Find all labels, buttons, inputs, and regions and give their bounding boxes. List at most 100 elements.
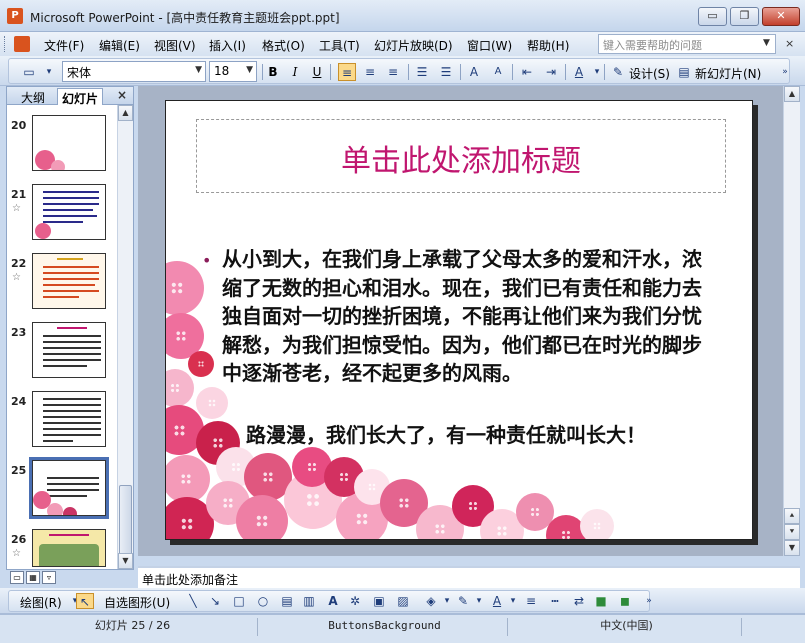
help-search-input[interactable]: 键入需要帮助的问题 — [598, 34, 776, 54]
font-color-icon[interactable]: A — [570, 63, 588, 81]
slide-scrollbar[interactable]: ▲ ⯅ ⯆ ▼ — [783, 86, 800, 556]
thumb-text — [43, 221, 83, 223]
font-size-select[interactable]: 18 ▼ — [209, 61, 257, 82]
increase-indent-icon[interactable]: ⇥ — [542, 63, 560, 81]
rectangle-icon[interactable]: □ — [230, 593, 248, 609]
tab-slides[interactable]: 幻灯片 — [57, 88, 104, 106]
button-decoration — [166, 369, 194, 407]
chevron-down-icon[interactable]: ▾ — [504, 593, 522, 609]
oval-icon[interactable]: ○ — [254, 593, 272, 609]
menu-format[interactable]: 格式(O) — [262, 37, 305, 54]
minimize-button[interactable]: ▭ — [698, 7, 727, 26]
slides-scrollbar[interactable]: ▲ ▼ — [117, 105, 133, 569]
scroll-down-icon[interactable]: ▼ — [118, 553, 133, 569]
thumb-text — [47, 483, 99, 485]
draw-menu-button[interactable]: 绘图(R) — [20, 594, 62, 611]
slide-number: 21 — [11, 188, 27, 201]
bullet-list-icon[interactable]: ☰ — [437, 63, 455, 81]
document-icon[interactable] — [14, 36, 30, 52]
menu-view[interactable]: 视图(V) — [154, 37, 196, 54]
restore-button[interactable]: ❐ — [730, 7, 759, 26]
bold-button[interactable]: B — [264, 63, 282, 81]
slide-body-line[interactable]: 路漫漫，我们长大了，有一种责任就叫长大！ — [246, 419, 646, 448]
shadow-icon[interactable]: ■ — [592, 593, 610, 609]
menu-insert[interactable]: 插入(I) — [209, 37, 246, 54]
slide-thumbnail[interactable] — [32, 529, 106, 567]
notes-pane[interactable]: 单击此处添加备注 — [138, 566, 800, 588]
select-pointer-icon[interactable]: ↖ — [76, 593, 94, 609]
autoshapes-button[interactable]: 自选图形(U) — [104, 594, 170, 611]
animation-star-icon: ☆ — [12, 548, 21, 559]
grip-handle[interactable] — [4, 36, 7, 52]
thumb-text — [47, 495, 87, 497]
line-style-icon[interactable]: ≡ — [522, 593, 540, 609]
design-button[interactable]: 设计(S) — [629, 65, 670, 82]
thumb-text — [43, 197, 99, 199]
arrow-style-icon[interactable]: ⇄ — [570, 593, 588, 609]
chevron-down-icon[interactable]: ▼ — [195, 65, 202, 75]
slide-thumbnail[interactable] — [32, 391, 106, 447]
separator — [512, 64, 513, 80]
decrease-font-icon[interactable]: A — [489, 63, 507, 81]
new-slide-button[interactable]: 新幻灯片(N) — [695, 65, 761, 82]
slide-thumbnail[interactable] — [32, 184, 106, 240]
align-left-icon[interactable]: ≡ — [338, 63, 356, 81]
slideshow-icon[interactable]: ▿ — [42, 571, 56, 584]
toolbar-options-icon[interactable]: » — [776, 63, 794, 81]
close-button[interactable]: ✕ — [762, 7, 800, 26]
3d-icon[interactable]: ◼ — [616, 593, 634, 609]
slide-sorter-icon[interactable]: ▦ — [26, 571, 40, 584]
slide-body-text[interactable]: 从小到大，在我们身上承载了父母太多的爱和汗水，浓缩了无数的担心和泪水。现在，我们… — [222, 245, 716, 388]
underline-button[interactable]: U — [308, 63, 326, 81]
slide-number: 24 — [11, 395, 27, 408]
italic-button[interactable]: I — [286, 63, 304, 81]
close-icon[interactable]: × — [117, 88, 127, 102]
doc-close-button[interactable]: × — [785, 37, 794, 50]
scroll-up-icon[interactable]: ▲ — [118, 105, 133, 121]
next-slide-icon[interactable]: ⯆ — [784, 524, 800, 540]
chevron-down-icon[interactable]: ▼ — [246, 65, 253, 75]
diagram-icon[interactable]: ✲ — [346, 593, 364, 609]
font-name-select[interactable]: 宋体 ▼ — [62, 61, 206, 82]
slide-thumbnail[interactable] — [32, 253, 106, 309]
align-right-icon[interactable]: ≡ — [384, 63, 402, 81]
menu-edit[interactable]: 编辑(E) — [99, 37, 140, 54]
powerpoint-icon[interactable]: P — [7, 8, 23, 24]
button-decoration — [166, 261, 204, 315]
slide-thumbnail[interactable] — [32, 322, 106, 378]
chevron-down-icon[interactable]: ▼ — [763, 38, 770, 48]
normal-view-icon[interactable]: ▭ — [10, 571, 24, 584]
slide-thumbnail-selected[interactable] — [29, 457, 109, 519]
scroll-thumb[interactable] — [119, 485, 132, 555]
decrease-indent-icon[interactable]: ⇤ — [518, 63, 536, 81]
slide-canvas[interactable]: 单击此处添加标题 • 从小到大，在我们身上承载了父母太多的爱和汗水，浓缩了无数的… — [165, 100, 753, 540]
increase-font-icon[interactable]: A — [465, 63, 483, 81]
title-placeholder[interactable]: 单击此处添加标题 — [196, 119, 726, 193]
menu-tools[interactable]: 工具(T) — [319, 37, 360, 54]
menu-window[interactable]: 窗口(W) — [467, 37, 512, 54]
menu-file[interactable]: 文件(F) — [44, 37, 84, 54]
toolbar-options-icon[interactable]: ▾ — [40, 63, 58, 81]
chevron-down-icon[interactable]: ▾ — [470, 593, 488, 609]
thumb-text — [43, 266, 99, 268]
dash-style-icon[interactable]: ┅ — [546, 593, 564, 609]
toolbar-options-icon[interactable]: » — [640, 593, 658, 609]
menu-help[interactable]: 帮助(H) — [527, 37, 569, 54]
scroll-up-icon[interactable]: ▲ — [784, 86, 800, 102]
numbered-list-icon[interactable]: ☰ — [413, 63, 431, 81]
line-icon[interactable]: ╲ — [184, 593, 202, 609]
textbox-icon[interactable]: ▤ — [278, 593, 296, 609]
clipart-icon[interactable]: ▣ — [370, 593, 388, 609]
wordart-icon[interactable]: A — [324, 593, 342, 609]
arrow-icon[interactable]: ↘ — [206, 593, 224, 609]
previous-slide-icon[interactable]: ⯅ — [784, 508, 800, 524]
new-document-icon[interactable]: ▭ — [20, 63, 38, 81]
slide-thumbnail[interactable] — [32, 115, 106, 171]
tab-outline[interactable]: 大纲 — [17, 88, 49, 105]
scroll-down-icon[interactable]: ▼ — [784, 540, 800, 556]
align-center-icon[interactable]: ≡ — [361, 63, 379, 81]
vertical-textbox-icon[interactable]: ▥ — [300, 593, 318, 609]
language-status: 中文(中国) — [512, 618, 742, 636]
menu-slideshow[interactable]: 幻灯片放映(D) — [374, 37, 453, 54]
picture-icon[interactable]: ▨ — [394, 593, 412, 609]
